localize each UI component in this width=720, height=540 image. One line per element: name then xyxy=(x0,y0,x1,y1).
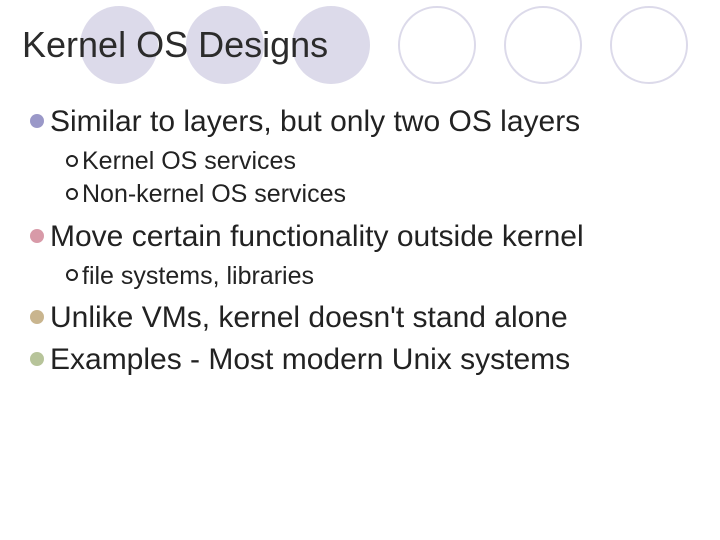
bullet-level1: Examples - Most modern Unix systems xyxy=(20,342,700,378)
bullet-text: Unlike VMs, kernel doesn't stand alone xyxy=(50,301,568,334)
circle-bullet-icon xyxy=(66,188,78,200)
bullet-level2: file systems, libraries xyxy=(20,261,700,292)
disc-bullet-icon xyxy=(30,310,44,324)
circle-bullet-icon xyxy=(66,269,78,281)
bullet-text: file systems, libraries xyxy=(82,262,314,290)
disc-bullet-icon xyxy=(30,114,44,128)
disc-bullet-icon xyxy=(30,229,44,243)
bullet-level1: Move certain functionality outside kerne… xyxy=(20,219,700,255)
slide-content: Kernel OS Designs Similar to layers, but… xyxy=(0,0,720,378)
bullet-level2: Non-kernel OS services xyxy=(20,179,700,210)
bullet-text: Move certain functionality outside kerne… xyxy=(50,220,584,253)
bullet-text: Kernel OS services xyxy=(82,147,296,175)
bullet-level2: Kernel OS services xyxy=(20,146,700,177)
bullet-text: Examples - Most modern Unix systems xyxy=(50,343,570,376)
bullet-level1: Similar to layers, but only two OS layer… xyxy=(20,104,700,140)
disc-bullet-icon xyxy=(30,352,44,366)
bullet-text: Similar to layers, but only two OS layer… xyxy=(50,105,580,138)
bullet-level1: Unlike VMs, kernel doesn't stand alone xyxy=(20,300,700,336)
circle-bullet-icon xyxy=(66,155,78,167)
bullet-text: Non-kernel OS services xyxy=(82,180,346,208)
slide-title: Kernel OS Designs xyxy=(20,24,700,66)
